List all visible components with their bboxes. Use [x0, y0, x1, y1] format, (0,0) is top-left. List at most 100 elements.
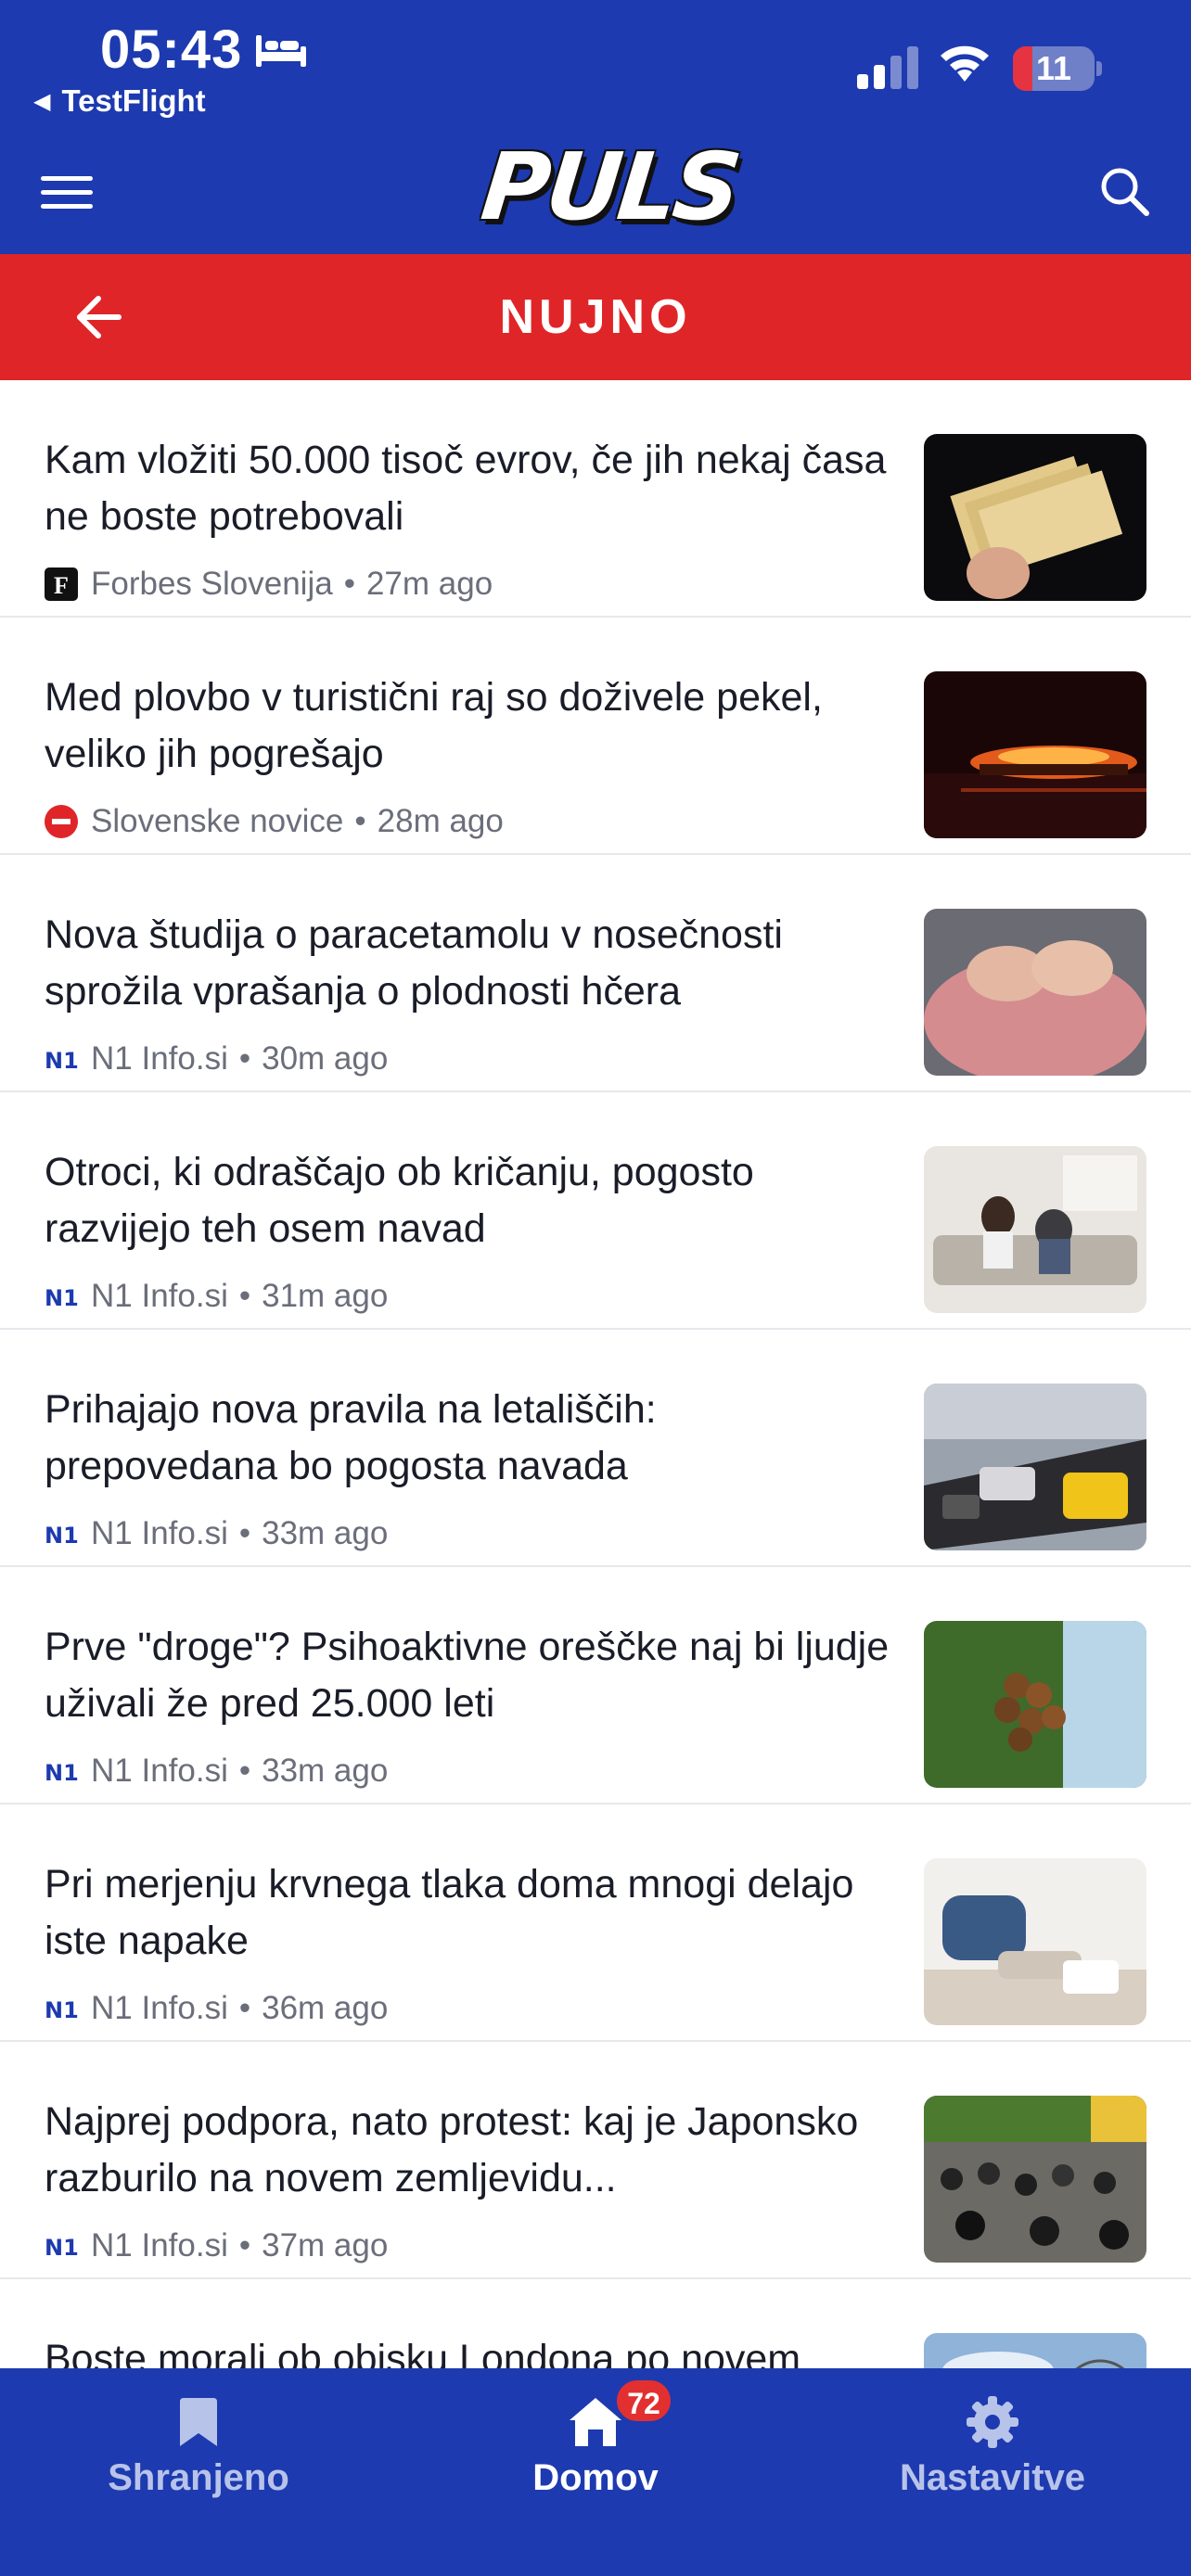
airport-luggage-photo-icon — [924, 1384, 1146, 1550]
article-source: N1 Info.si — [91, 2227, 228, 2264]
article-row[interactable]: Prihajajo nova pravila na letališčih: pr… — [0, 1330, 1191, 1567]
meta-separator: • — [238, 1753, 251, 1789]
article-time: 31m ago — [262, 1278, 389, 1314]
gear-icon — [967, 2396, 1018, 2448]
article-time: 36m ago — [262, 1990, 389, 2026]
couple-sofa-photo-icon — [924, 1146, 1146, 1313]
meta-separator: • — [354, 803, 366, 839]
article-headline: Med plovbo v turistični raj so doživele … — [45, 675, 823, 776]
svg-text:F: F — [54, 572, 69, 599]
section-title: NUJNO — [499, 290, 692, 344]
slovenske-novice-icon — [45, 805, 78, 838]
tab-home[interactable]: 72 Domov — [397, 2368, 794, 2576]
palm-nuts-photo-icon — [924, 1621, 1146, 1788]
article-meta: N1 N1 Info.si • 37m ago — [45, 2225, 388, 2266]
n1-icon: N1 — [45, 2235, 78, 2261]
article-thumbnail — [924, 1858, 1146, 2025]
n1-icon: N1 — [45, 1523, 78, 1549]
bottom-tab-bar: Shranjeno 72 Domov Nastavitve — [0, 2368, 1191, 2576]
article-row[interactable]: Prve "droge"? Psihoaktivne oreščke naj b… — [0, 1567, 1191, 1804]
article-row[interactable]: Otroci, ki odraščajo ob kričanju, pogost… — [0, 1092, 1191, 1330]
article-time: 33m ago — [262, 1753, 389, 1789]
crowd-street-photo-icon — [924, 2096, 1146, 2263]
article-row[interactable]: Nova študija o paracetamolu v nosečnosti… — [0, 855, 1191, 1092]
article-meta: N1 N1 Info.si • 33m ago — [45, 1751, 388, 1792]
article-thumbnail — [924, 671, 1146, 838]
article-headline: Najprej podpora, nato protest: kaj je Ja… — [45, 2099, 859, 2200]
article-source: N1 Info.si — [91, 1278, 228, 1314]
article-row[interactable]: Najprej podpora, nato protest: kaj je Ja… — [0, 2042, 1191, 2279]
battery-percent: 11 — [1035, 49, 1072, 87]
article-thumbnail — [924, 2096, 1146, 2263]
article-meta: N1 N1 Info.si • 31m ago — [45, 1276, 388, 1317]
hamburger-menu-icon[interactable] — [41, 174, 93, 211]
meta-separator: • — [238, 1515, 251, 1551]
meta-separator: • — [238, 2227, 251, 2264]
sleep-focus-icon — [256, 35, 306, 67]
article-time: 30m ago — [262, 1040, 389, 1077]
back-app-label: TestFlight — [61, 83, 206, 118]
article-time: 28m ago — [377, 803, 504, 839]
article-thumbnail — [924, 909, 1146, 1076]
article-time: 27m ago — [365, 566, 493, 602]
tab-settings[interactable]: Nastavitve — [794, 2368, 1191, 2576]
article-thumbnail — [924, 1146, 1146, 1313]
back-triangle-icon: ◀ — [33, 88, 51, 114]
article-source: N1 Info.si — [91, 1753, 228, 1789]
article-headline: Prihajajo nova pravila na letališčih: pr… — [45, 1387, 657, 1488]
meta-separator: • — [343, 566, 355, 602]
article-row[interactable]: Pri merjenju krvnega tlaka doma mnogi de… — [0, 1804, 1191, 2042]
article-row[interactable]: Kam vložiti 50.000 tisoč evrov, če jih n… — [0, 380, 1191, 618]
status-time: 05:43 — [100, 19, 243, 80]
back-arrow-icon[interactable] — [72, 291, 124, 343]
article-meta: Slovenske novice • 28m ago — [45, 801, 504, 842]
svg-text:N1: N1 — [45, 1285, 78, 1311]
article-time: 33m ago — [262, 1515, 389, 1551]
n1-icon: N1 — [45, 1048, 78, 1074]
back-to-app-link[interactable]: ◀ TestFlight — [33, 83, 206, 119]
tab-saved[interactable]: Shranjeno — [0, 2368, 397, 2576]
article-thumbnail — [924, 1621, 1146, 1788]
app-screen: 05:43 ◀ TestFlight 11 PULS NUJNO Kam vlo… — [0, 0, 1191, 2576]
logo-text: PULS — [476, 133, 743, 241]
article-meta: N1 N1 Info.si • 30m ago — [45, 1039, 388, 1079]
article-source: N1 Info.si — [91, 1990, 228, 2026]
article-headline: Nova študija o paracetamolu v nosečnosti… — [45, 912, 783, 1014]
article-headline: Pri merjenju krvnega tlaka doma mnogi de… — [45, 1862, 854, 1963]
meta-separator: • — [238, 1278, 251, 1314]
svg-text:N1: N1 — [45, 1523, 78, 1549]
puls-logo: PULS — [477, 133, 743, 241]
cellular-signal-icon — [857, 46, 918, 89]
forbes-icon: F — [45, 567, 78, 601]
n1-icon: N1 — [45, 1760, 78, 1786]
notification-badge: 72 — [614, 2378, 673, 2424]
svg-text:N1: N1 — [45, 1997, 78, 2023]
article-source: N1 Info.si — [91, 1515, 228, 1551]
article-source: Forbes Slovenija — [91, 566, 333, 602]
article-meta: F Forbes Slovenija • 27m ago — [45, 564, 493, 605]
top-bar: 05:43 ◀ TestFlight 11 PULS — [0, 0, 1191, 254]
article-meta: N1 N1 Info.si • 36m ago — [45, 1988, 388, 2029]
article-thumbnail — [924, 1384, 1146, 1550]
meta-separator: • — [238, 1990, 251, 2026]
article-source: Slovenske novice — [91, 803, 344, 839]
n1-icon: N1 — [45, 1997, 78, 2023]
meta-separator: • — [238, 1040, 251, 1077]
svg-text:N1: N1 — [45, 1048, 78, 1074]
search-icon[interactable] — [1098, 165, 1150, 217]
tab-label: Domov — [532, 2457, 659, 2498]
article-headline: Kam vložiti 50.000 tisoč evrov, če jih n… — [45, 438, 887, 539]
battery-icon: 11 — [1013, 46, 1102, 91]
article-feed: Kam vložiti 50.000 tisoč evrov, če jih n… — [0, 380, 1191, 2517]
section-header: NUJNO — [0, 254, 1191, 380]
bookmark-icon — [180, 2398, 217, 2446]
pregnant-belly-photo-icon — [924, 909, 1146, 1076]
article-meta: N1 N1 Info.si • 33m ago — [45, 1513, 388, 1554]
tab-label: Nastavitve — [899, 2457, 1086, 2498]
tab-label: Shranjeno — [108, 2457, 289, 2498]
wifi-icon — [941, 45, 989, 82]
article-row[interactable]: Med plovbo v turistični raj so doživele … — [0, 618, 1191, 855]
article-source: N1 Info.si — [91, 1040, 228, 1077]
blood-pressure-photo-icon — [924, 1858, 1146, 2025]
article-headline: Otroci, ki odraščajo ob kričanju, pogost… — [45, 1150, 754, 1251]
